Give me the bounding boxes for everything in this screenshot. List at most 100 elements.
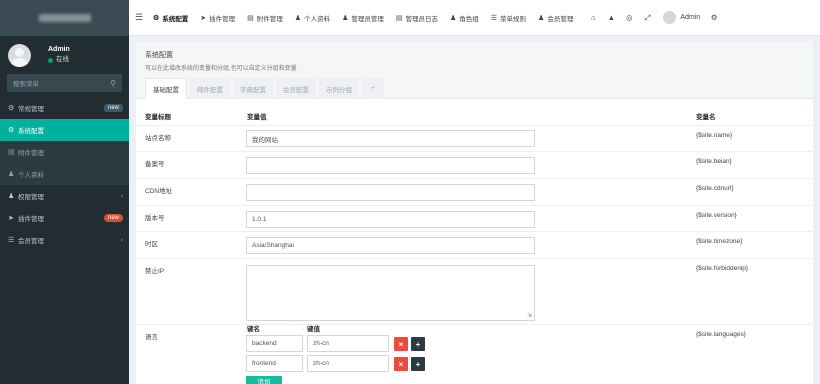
- sidebar-item-attachment[interactable]: ▤ 附件管理: [0, 141, 129, 163]
- resize-handle-icon[interactable]: ⇲: [527, 312, 532, 319]
- value-header: 键值: [307, 326, 320, 333]
- table-row: 备案号 {$site.beian}: [136, 151, 813, 178]
- table-row: 时区 Asia/Shanghai {$site.timezone}: [136, 231, 813, 258]
- header-title: 变量标题: [145, 114, 171, 121]
- sidebar-item-general[interactable]: ⚙ 常规管理 new: [0, 97, 129, 119]
- table-header: 变量标题 变量值 变量名: [136, 111, 813, 125]
- lang-value-input[interactable]: zh-cn: [307, 335, 389, 352]
- row-title: CDN地址: [145, 188, 173, 195]
- nav-tab-adminlog[interactable]: ▤ 管理员日志: [396, 13, 438, 23]
- lang-key-input[interactable]: backend: [246, 335, 303, 352]
- logo[interactable]: [0, 0, 129, 36]
- config-panel: 系统配置 可以在此增改系统的变量和分组,也可以自定义分组和变量 基础配置 邮件配…: [136, 41, 813, 384]
- row-var: {$site.languages}: [696, 331, 746, 338]
- list-icon: ☰: [490, 14, 498, 22]
- cogs-icon: ⚙: [8, 105, 15, 112]
- timezone-input[interactable]: Asia/Shanghai: [246, 237, 535, 254]
- row-title: 语言: [145, 334, 158, 341]
- nav-tab-attachment[interactable]: ▤ 附件管理: [247, 13, 283, 23]
- row-var: {$site.timezone}: [696, 238, 743, 245]
- tab-email[interactable]: 邮件配置: [190, 78, 230, 99]
- new-badge: new: [103, 214, 123, 222]
- language-icon[interactable]: ◎: [623, 13, 635, 22]
- nav-tab-user[interactable]: ♟ 会员管理: [538, 13, 573, 23]
- header-value: 变量值: [247, 114, 267, 121]
- cog-icon: ⚙: [8, 127, 15, 134]
- key-header: 键名: [247, 326, 260, 333]
- add-row-button[interactable]: +: [411, 357, 425, 371]
- config-tabs: 基础配置 邮件配置 字典配置 会员配置 示例分组 +: [145, 78, 387, 99]
- avatar: [8, 43, 31, 67]
- user-name: Admin: [48, 46, 70, 53]
- nav-tab-rule[interactable]: ☰ 菜单规则: [491, 13, 526, 23]
- page-subtitle: 可以在此增改系统的变量和分组,也可以自定义分组和变量: [145, 66, 297, 72]
- user-panel: Admin 在线: [0, 36, 129, 74]
- group-icon: ♟: [8, 193, 15, 200]
- sidebar: Admin 在线 搜索菜单 ⚲ ⚙ 常规管理 new ⚙ 系统配置 ▤ 附件管理…: [0, 0, 129, 384]
- menu-toggle-icon[interactable]: ☰: [135, 12, 145, 23]
- avatar[interactable]: [663, 11, 677, 24]
- user-icon: ♟: [342, 14, 349, 22]
- nav-tab-addon[interactable]: ➤ 插件管理: [200, 13, 235, 23]
- tab-user[interactable]: 会员配置: [276, 78, 316, 99]
- table-row: 语言 {$site.languages}: [136, 324, 813, 384]
- cog-icon: ⚙: [153, 14, 160, 22]
- sidebar-item-profile[interactable]: ♟ 个人资料: [0, 163, 129, 185]
- folder-icon: ▤: [247, 14, 254, 22]
- row-var: {$site.forbiddenip}: [696, 265, 749, 272]
- tab-basic[interactable]: 基础配置: [145, 78, 187, 99]
- remove-row-button[interactable]: ×: [394, 337, 408, 351]
- gear-icon[interactable]: ⚙: [708, 13, 720, 22]
- table-row: 禁止IP ⇲ {$site.forbiddenip}: [136, 258, 813, 324]
- version-input[interactable]: 1.0.1: [246, 211, 535, 228]
- sidebar-item-auth[interactable]: ♟ 权限管理 ‹: [0, 185, 129, 207]
- table-row: 版本号 1.0.1 {$site.version}: [136, 205, 813, 231]
- sidebar-search[interactable]: 搜索菜单 ⚲: [7, 74, 122, 92]
- tab-dictionary[interactable]: 字典配置: [233, 78, 273, 99]
- lang-key-input[interactable]: frontend: [246, 355, 303, 372]
- sidebar-item-user[interactable]: ☰ 会员管理 ‹: [0, 229, 129, 251]
- chevron-left-icon: ‹: [120, 192, 123, 200]
- nav-tab-group[interactable]: ♟ 角色组: [450, 13, 479, 23]
- forbidden-ip-textarea[interactable]: ⇲: [246, 265, 535, 321]
- nav-tab-admin[interactable]: ♟ 管理员管理: [342, 13, 384, 23]
- trash-icon[interactable]: ▲: [605, 13, 617, 22]
- table-row: CDN地址 {$site.cdnurl}: [136, 178, 813, 205]
- row-title: 站点名称: [145, 135, 171, 142]
- tab-example[interactable]: 示例分组: [319, 78, 359, 99]
- sidebar-item-config[interactable]: ⚙ 系统配置: [0, 119, 129, 141]
- row-var: {$site.beian}: [696, 158, 732, 165]
- row-var: {$site.name}: [696, 132, 733, 139]
- rocket-icon: ➤: [8, 215, 14, 222]
- table-row: 站点名称 我的网站 {$site.name}: [136, 125, 813, 151]
- sidebar-item-addon[interactable]: ➤ 插件管理 new: [0, 207, 129, 229]
- nav-tab-config[interactable]: ⚙ 系统配置: [153, 13, 188, 23]
- add-row-button[interactable]: +: [411, 337, 425, 351]
- main-content: 系统配置 可以在此增改系统的变量和分组,也可以自定义分组和变量 基础配置 邮件配…: [129, 36, 820, 384]
- sidebar-search-input[interactable]: 搜索菜单: [13, 78, 39, 88]
- add-tab-button[interactable]: +: [362, 78, 384, 99]
- user-icon: ♟: [538, 14, 545, 22]
- group-icon: ♟: [449, 14, 457, 22]
- remove-row-button[interactable]: ×: [394, 357, 408, 371]
- cdn-input[interactable]: [246, 184, 535, 201]
- search-icon[interactable]: ⚲: [110, 79, 116, 88]
- user-icon: ♟: [8, 171, 15, 178]
- top-navbar: ☰ ⚙ 系统配置 ➤ 插件管理 ▤ 附件管理 ♟ 个人资料 ♟ 管理员管理 ▤ 管理员日志 …: [129, 0, 820, 36]
- page-title: 系统配置: [145, 52, 173, 59]
- row-title: 禁止IP: [145, 268, 165, 275]
- nav-tab-profile[interactable]: ♟ 个人资料: [295, 13, 330, 23]
- site-name-input[interactable]: 我的网站: [246, 130, 535, 147]
- row-var: {$site.version}: [696, 212, 737, 219]
- fullscreen-icon[interactable]: ⤢: [641, 13, 653, 23]
- user-icon: ♟: [294, 14, 302, 22]
- online-dot-icon: [48, 57, 53, 63]
- row-title: 时区: [145, 241, 158, 248]
- admin-name[interactable]: Admin: [680, 14, 700, 21]
- list-icon: ▤: [395, 14, 403, 22]
- home-icon[interactable]: ⌂: [587, 13, 599, 22]
- append-button[interactable]: 追加: [246, 376, 282, 384]
- lang-value-input[interactable]: zh-cn: [307, 355, 389, 372]
- beian-input[interactable]: [246, 157, 535, 174]
- logo-image: [38, 14, 91, 22]
